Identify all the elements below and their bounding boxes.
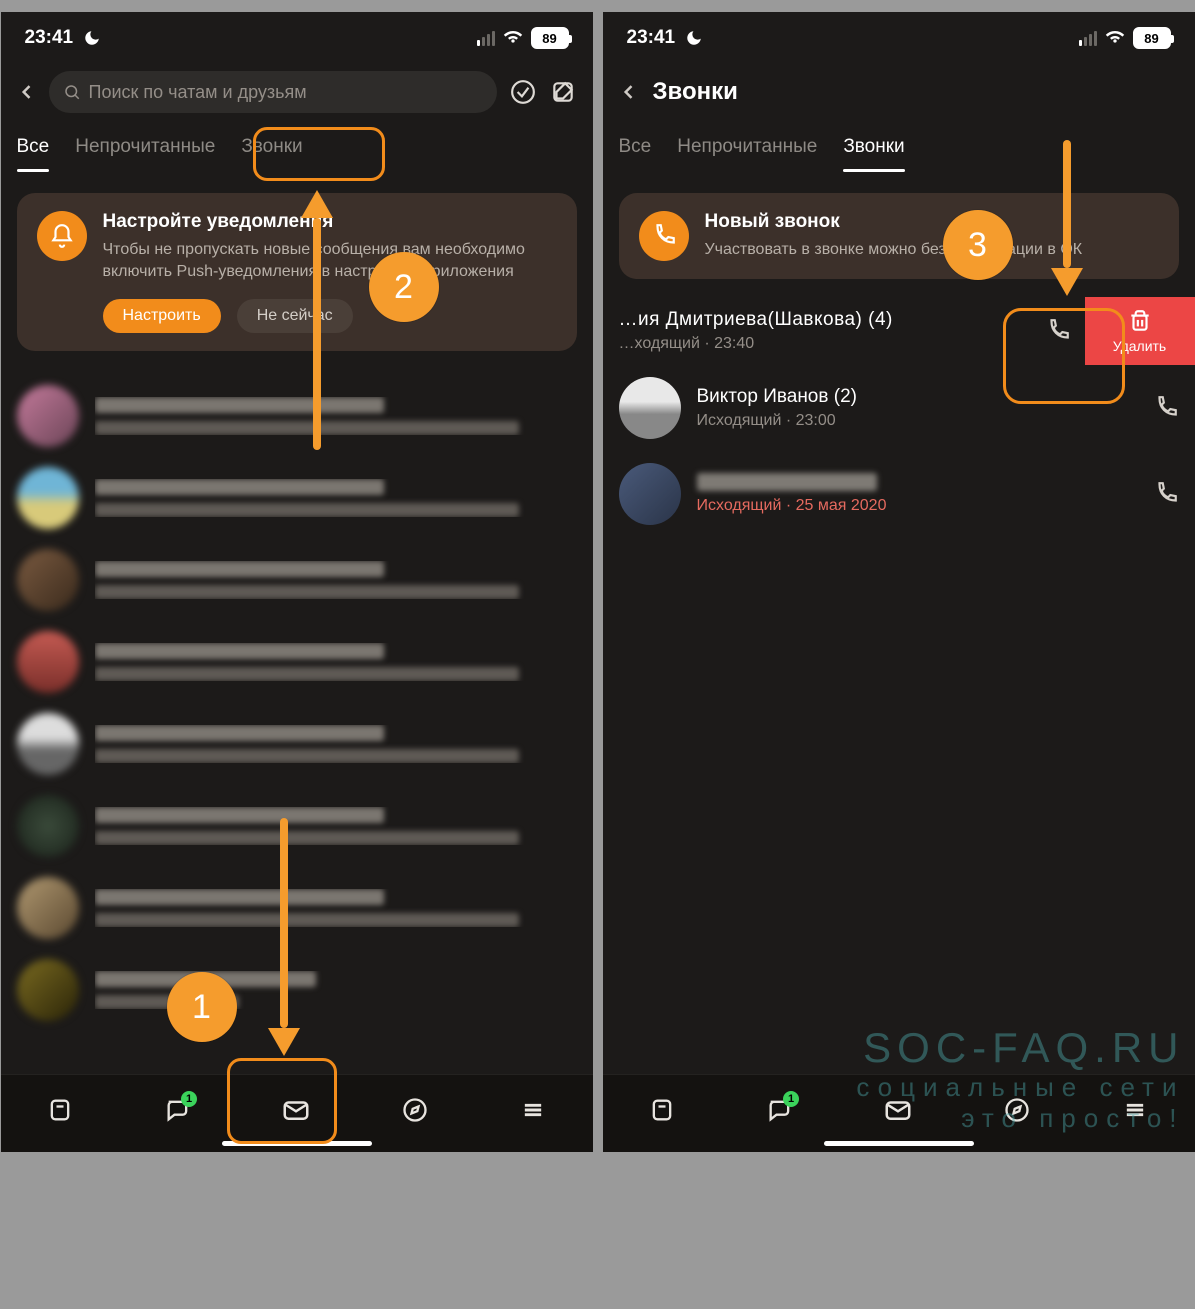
chat-list xyxy=(1,375,593,1031)
nav-menu-icon[interactable] xyxy=(508,1085,558,1135)
avatar xyxy=(17,631,79,693)
delete-label: Удалить xyxy=(1113,338,1166,354)
call-sub: …ходящий · 23:40 xyxy=(619,335,1031,353)
two-phone-layout: 23:41 89 Поиск по чатам и друзьям Все xyxy=(1,12,1195,1152)
bell-icon xyxy=(37,211,87,261)
trash-icon xyxy=(1127,308,1153,334)
battery-indicator: 89 xyxy=(1133,27,1171,49)
call-name: …ия Дмитриева(Шавкова) (4) xyxy=(619,309,1031,331)
status-time: 23:41 xyxy=(627,27,676,49)
nav-feed-icon[interactable] xyxy=(35,1085,85,1135)
page-title: Звонки xyxy=(653,78,738,106)
avatar xyxy=(17,385,79,447)
tabs-row: Все Непрочитанные Звонки xyxy=(603,120,1195,173)
nav-discover-icon[interactable] xyxy=(992,1085,1042,1135)
avatar xyxy=(17,795,79,857)
call-action-icon[interactable] xyxy=(1153,395,1179,421)
compose-icon[interactable] xyxy=(549,78,577,106)
nav-mail-icon[interactable] xyxy=(873,1085,923,1135)
avatar xyxy=(17,549,79,611)
status-bar: 23:41 89 xyxy=(603,12,1195,64)
tab-unread[interactable]: Непрочитанные xyxy=(677,128,817,172)
call-row-swiped[interactable]: …ия Дмитриева(Шавкова) (4) …ходящий · 23… xyxy=(603,297,1195,365)
phone-right: 23:41 89 Звонки Все Непрочитанные Звонки xyxy=(603,12,1195,1152)
card-body: Чтобы не пропускать новые сообщения вам … xyxy=(103,239,557,283)
tab-unread[interactable]: Непрочитанные xyxy=(75,128,215,172)
not-now-button[interactable]: Не сейчас xyxy=(237,299,353,333)
avatar xyxy=(619,463,681,525)
list-item[interactable] xyxy=(1,621,593,703)
search-icon xyxy=(63,83,81,101)
nav-chat-icon[interactable]: 1 xyxy=(755,1085,805,1135)
list-item[interactable] xyxy=(1,867,593,949)
nav-discover-icon[interactable] xyxy=(390,1085,440,1135)
list-item[interactable] xyxy=(1,539,593,621)
nav-badge: 1 xyxy=(783,1091,799,1107)
nav-mail-icon[interactable] xyxy=(271,1085,321,1135)
call-name-blurred xyxy=(697,473,877,491)
call-action-icon[interactable] xyxy=(1153,481,1179,507)
list-item[interactable] xyxy=(1,949,593,1031)
nav-menu-icon[interactable] xyxy=(1110,1085,1160,1135)
cellular-signal-icon xyxy=(1079,31,1097,46)
avatar xyxy=(17,713,79,775)
call-name: Виктор Иванов (2) xyxy=(697,386,1137,408)
tab-all[interactable]: Все xyxy=(17,128,50,172)
avatar xyxy=(17,959,79,1021)
moon-icon xyxy=(685,29,703,47)
nav-chat-icon[interactable]: 1 xyxy=(153,1085,203,1135)
cellular-signal-icon xyxy=(477,31,495,46)
list-item[interactable] xyxy=(1,457,593,539)
home-indicator xyxy=(824,1141,974,1146)
tab-calls[interactable]: Звонки xyxy=(843,128,904,172)
battery-indicator: 89 xyxy=(531,27,569,49)
avatar xyxy=(619,377,681,439)
delete-swipe-button[interactable]: Удалить xyxy=(1085,297,1195,365)
avatar xyxy=(17,467,79,529)
status-time: 23:41 xyxy=(25,27,74,49)
back-chevron-icon[interactable] xyxy=(17,82,37,102)
call-action-icon[interactable] xyxy=(1031,297,1085,365)
new-call-card[interactable]: Новый звонок Участвовать в звонке можно … xyxy=(619,193,1179,279)
wifi-icon xyxy=(503,26,523,51)
phone-icon xyxy=(639,211,689,261)
tab-all[interactable]: Все xyxy=(619,128,652,172)
search-input[interactable]: Поиск по чатам и друзьям xyxy=(49,71,497,113)
configure-button[interactable]: Настроить xyxy=(103,299,221,333)
nav-feed-icon[interactable] xyxy=(637,1085,687,1135)
moon-icon xyxy=(83,29,101,47)
tab-calls[interactable]: Звонки xyxy=(241,128,302,172)
call-row[interactable]: Виктор Иванов (2) Исходящий · 23:00 xyxy=(603,365,1195,451)
call-sub: Исходящий · 25 мая 2020 xyxy=(697,497,1137,515)
check-circle-icon[interactable] xyxy=(509,78,537,106)
search-placeholder: Поиск по чатам и друзьям xyxy=(89,82,307,103)
card-body: Участвовать в звонке можно без регистрац… xyxy=(705,239,1159,261)
header-title-row: Звонки xyxy=(603,64,1195,120)
list-item[interactable] xyxy=(1,785,593,867)
notification-card: Настройте уведомления Чтобы не пропускат… xyxy=(17,193,577,351)
wifi-icon xyxy=(1105,26,1125,51)
status-bar: 23:41 89 xyxy=(1,12,593,64)
nav-badge: 1 xyxy=(181,1091,197,1107)
home-indicator xyxy=(222,1141,372,1146)
avatar xyxy=(17,877,79,939)
list-item[interactable] xyxy=(1,703,593,785)
card-title: Новый звонок xyxy=(705,211,1159,233)
card-title: Настройте уведомления xyxy=(103,211,557,233)
back-chevron-icon[interactable] xyxy=(619,82,639,102)
call-row[interactable]: Исходящий · 25 мая 2020 xyxy=(603,451,1195,537)
phone-left: 23:41 89 Поиск по чатам и друзьям Все xyxy=(1,12,593,1152)
call-sub: Исходящий · 23:00 xyxy=(697,412,1137,430)
tabs-row: Все Непрочитанные Звонки xyxy=(1,120,593,173)
header-search-row: Поиск по чатам и друзьям xyxy=(1,64,593,120)
list-item[interactable] xyxy=(1,375,593,457)
